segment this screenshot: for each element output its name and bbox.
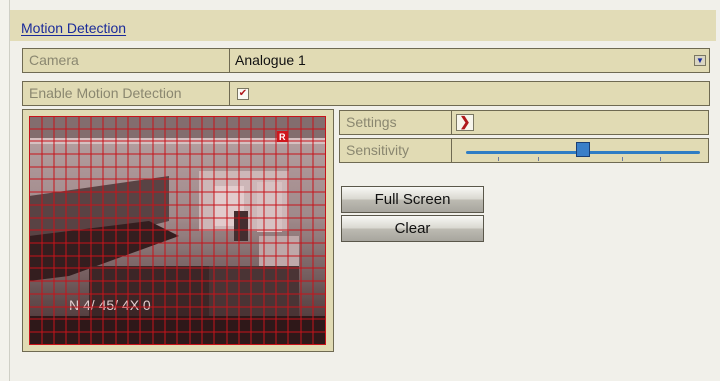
record-marker-label: R: [279, 132, 286, 142]
chevron-down-icon[interactable]: ▼: [694, 55, 706, 66]
settings-label: Settings: [340, 111, 452, 134]
camera-row: Camera Analogue 1 ▼: [22, 48, 710, 73]
camera-preview-image: N 4/ 45/ 4X 0 R: [29, 116, 326, 345]
enable-motion-checkbox[interactable]: ✔: [237, 88, 249, 100]
camera-label: Camera: [23, 49, 230, 72]
slider-tick: [538, 157, 539, 161]
slider-tick: [660, 157, 661, 161]
sensitivity-row: Sensitivity: [339, 138, 709, 163]
full-screen-button[interactable]: Full Screen: [341, 186, 484, 213]
clear-button[interactable]: Clear: [341, 215, 484, 242]
video-panel: N 4/ 45/ 4X 0 R: [22, 109, 334, 352]
chevron-right-icon: ❯: [459, 114, 471, 129]
enable-motion-label: Enable Motion Detection: [23, 82, 230, 105]
sensitivity-label: Sensitivity: [340, 139, 452, 162]
slider-tick: [622, 157, 623, 161]
camera-select-value: Analogue 1: [235, 52, 306, 68]
camera-select[interactable]: Analogue 1 ▼: [230, 49, 709, 72]
settings-row: Settings ❯: [339, 110, 709, 135]
left-divider: [0, 0, 10, 381]
camera-preview[interactable]: N 4/ 45/ 4X 0 R: [29, 116, 326, 345]
motion-detection-page: Motion Detection Camera Analogue 1 ▼ Ena…: [0, 0, 720, 381]
enable-motion-value: ✔: [230, 82, 709, 105]
settings-arrow-button[interactable]: ❯: [456, 114, 474, 131]
slider-tick: [498, 157, 499, 161]
page-title[interactable]: Motion Detection: [21, 20, 126, 36]
sensitivity-slider-thumb[interactable]: [576, 142, 590, 157]
enable-motion-row: Enable Motion Detection ✔: [22, 81, 710, 106]
